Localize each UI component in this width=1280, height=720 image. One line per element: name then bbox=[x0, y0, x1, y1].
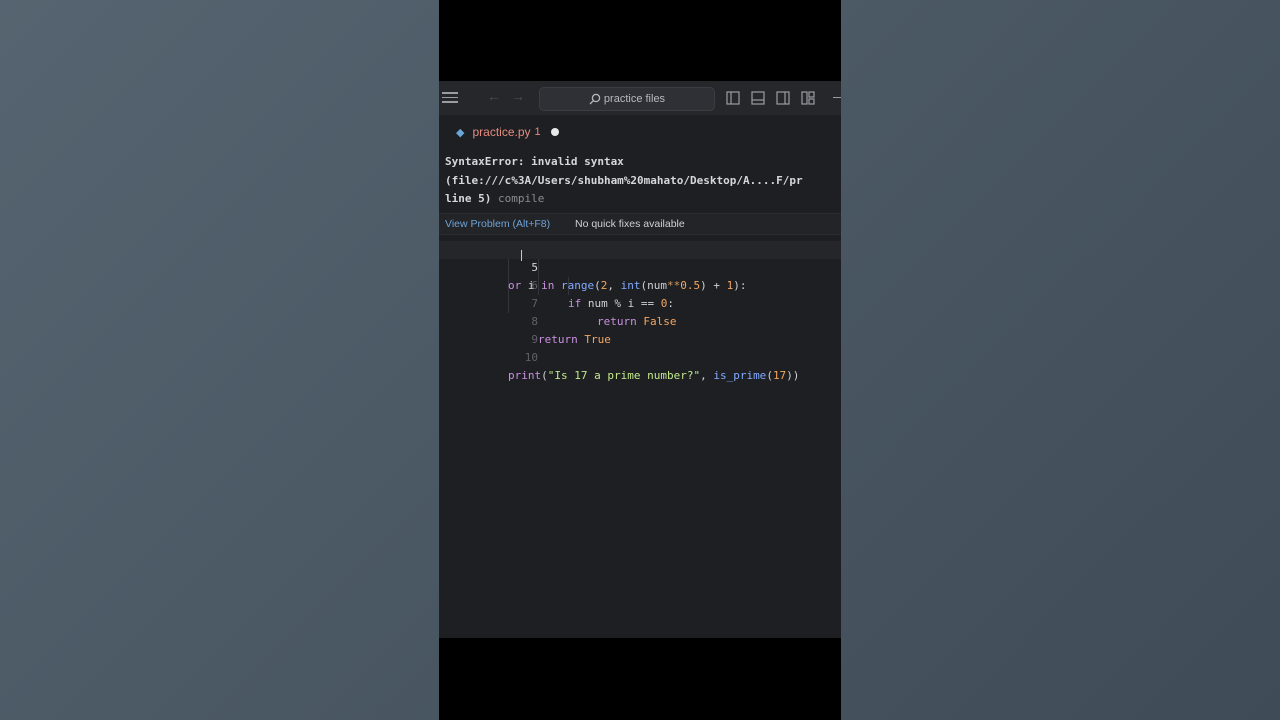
search-icon bbox=[589, 93, 601, 105]
tab-practice-py[interactable]: ◆ practice.py 1 bbox=[439, 115, 559, 149]
problem-actions-bar: View Problem (Alt+F8) No quick fixes ava… bbox=[439, 213, 841, 235]
editor-empty-area[interactable] bbox=[439, 391, 841, 638]
python-file-icon: ◆ bbox=[456, 126, 465, 139]
code-line-9[interactable]: 9 bbox=[439, 313, 841, 346]
error-line-3: line 5) compile bbox=[445, 190, 841, 209]
code-line-8[interactable]: 8 return True bbox=[439, 295, 841, 346]
code-line-10[interactable]: 10 print("Is 17 a prime number?", is_pri… bbox=[439, 331, 841, 382]
title-bar: ← → practice files bbox=[439, 81, 841, 115]
editor-window: ← → practice files ◆ practice.py 1 Synta… bbox=[439, 81, 841, 638]
video-frame: ← → practice files ◆ practice.py 1 Synta… bbox=[439, 0, 841, 720]
code-text: print("Is 17 a prime number?", is_prime(… bbox=[508, 369, 800, 382]
code-line-5[interactable]: 5 or i in range(2, int(num**0.5) + 1): bbox=[439, 241, 841, 292]
command-center-search[interactable]: practice files bbox=[539, 87, 715, 111]
no-quick-fixes-label: No quick fixes available bbox=[575, 218, 685, 230]
error-message: SyntaxError: invalid syntax (file:///c%3… bbox=[445, 153, 841, 209]
tab-filename: practice.py bbox=[472, 125, 531, 139]
error-line-2: (file:///c%3A/Users/shubham%20mahato/Des… bbox=[445, 173, 803, 187]
code-line-6[interactable]: 6 if num % i == 0: bbox=[439, 259, 841, 310]
line-number: 10 bbox=[524, 351, 538, 364]
customize-layout-icon[interactable] bbox=[801, 91, 815, 105]
forward-arrow-icon[interactable]: → bbox=[511, 88, 525, 104]
toggle-primary-sidebar-icon[interactable] bbox=[726, 91, 740, 105]
toggle-panel-icon[interactable] bbox=[751, 91, 765, 105]
hamburger-menu-icon[interactable] bbox=[442, 92, 458, 106]
view-problem-link[interactable]: View Problem (Alt+F8) bbox=[445, 214, 550, 234]
error-line-1: SyntaxError: invalid syntax bbox=[445, 155, 624, 168]
error-line-3-main: line 5) bbox=[445, 192, 492, 205]
toggle-secondary-sidebar-icon[interactable] bbox=[776, 91, 790, 105]
code-editor[interactable]: 5 or i in range(2, int(num**0.5) + 1): 6… bbox=[439, 241, 841, 391]
minimize-icon[interactable] bbox=[833, 97, 841, 98]
error-source: compile bbox=[497, 192, 545, 205]
search-placeholder: practice files bbox=[603, 93, 666, 105]
back-arrow-icon[interactable]: ← bbox=[487, 88, 501, 104]
tab-problem-count: 1 bbox=[534, 126, 541, 138]
tab-bar: ◆ practice.py 1 bbox=[439, 115, 841, 149]
unsaved-dot-icon[interactable] bbox=[550, 128, 559, 136]
code-line-7[interactable]: 7 return False bbox=[439, 277, 841, 328]
